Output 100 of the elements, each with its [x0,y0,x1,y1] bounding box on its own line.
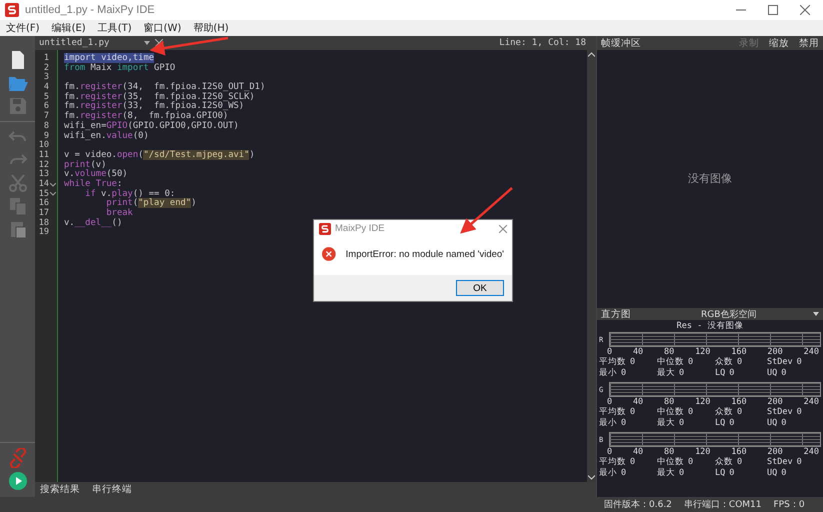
stat-value: 0 [688,357,694,368]
stat-label: 众数 [715,407,733,418]
stat-label: UQ [767,418,778,429]
line-number: 7 [42,112,49,122]
line-number: 10 [38,141,49,150]
axis-tick-label: 200 [767,447,783,457]
stat-value: 0 [688,407,694,418]
panel-button[interactable]: 缩放 [769,36,789,50]
axis-tick-label: 40 [632,347,644,357]
code-line: break [106,208,133,218]
stat-label: 最大 [657,468,675,479]
code-line: wifi_en.value(0) [64,130,149,140]
stat-value: 0 [621,468,626,479]
stat-label: 众数 [715,457,733,468]
stat-value: 0 [737,407,742,418]
bottom-panel-tab[interactable]: 串行终端 [92,483,132,496]
stat-label: UQ [767,368,778,379]
panel-title: 直方图 [601,308,631,320]
stat-value: 0 [737,357,742,368]
stat-label: 平均数 [599,407,626,418]
close-tab-icon[interactable] [155,39,163,47]
maximize-icon[interactable] [768,5,778,15]
close-icon[interactable] [499,224,507,232]
line-number: 17 [38,209,49,218]
stat-value: 0 [630,457,636,468]
stat-value: 0 [679,368,684,379]
stat-label: LQ [715,468,726,479]
code-line: from Maix import GPIO [64,62,176,73]
stat-label: 中位数 [657,407,684,418]
menu-item[interactable]: 编辑(E) [52,21,86,35]
line-number: 8 [42,122,49,132]
app-logo-icon [5,3,19,17]
axis-tick-label: 0 [607,397,612,407]
menu-item[interactable]: 工具(T) [98,21,132,35]
app-logo-icon [319,222,331,234]
code-line: print("play end") [106,198,196,208]
stat-value: 0 [781,418,786,429]
code-line: while True: [64,178,122,189]
annotation-arrow [460,187,513,234]
stat-value: 0 [630,357,636,368]
line-number: 19 [38,228,49,238]
stat-label: 平均数 [599,457,626,468]
stat-label: 最小 [599,368,617,379]
stat-value: 0 [781,468,786,479]
menu-item[interactable]: 窗口(W) [144,21,182,35]
line-number: 12 [38,160,49,170]
stat-value: 0 [796,457,802,468]
dialog-title: MaixPy IDE [335,223,385,234]
axis-tick-label: 120 [695,397,710,407]
run-icon[interactable] [8,471,28,491]
axis-tick-label: 0 [607,447,612,457]
axis-tick-label: 40 [632,447,644,457]
axis-tick-label: 80 [664,347,674,357]
stat-value: 0 [621,418,626,429]
menu-item[interactable]: 文件(F) [6,21,40,35]
scroll-up-icon[interactable] [588,52,595,57]
code-line: fm.register(8, fm.fpioa.GPIO0) [64,111,228,122]
axis-tick-label: 240 [804,347,819,357]
dropdown-caret-icon[interactable] [813,312,819,316]
axis-tick-label: 0 [607,347,612,357]
code-line: v.__del__() [64,218,122,228]
stat-label: StDev [767,457,793,468]
dropdown-caret-icon[interactable] [144,41,150,45]
stat-value: 0 [729,368,734,379]
stat-label: 最小 [599,468,617,479]
close-icon[interactable] [800,5,810,15]
panel-title: 帧缓冲区 [601,36,641,50]
code-line: fm.register(35, fm.fpioa.I2S0_SCLK) [64,92,255,102]
status-text: 固件版本：0.6.2 [604,498,672,511]
stat-label: 最大 [657,418,675,429]
code-line: if v.play() == 0: [85,188,176,199]
axis-tick-label: 160 [731,397,747,407]
fold-caret-icon[interactable] [50,182,56,187]
line-number: 11 [38,150,49,160]
panel-button[interactable]: 禁用 [799,36,819,50]
error-message: ImportError: no module named 'video' [346,248,504,260]
menu-item[interactable]: 帮助(H) [193,21,229,35]
scroll-down-icon[interactable] [588,475,595,480]
stat-label: 最大 [657,368,675,379]
stat-label: UQ [767,468,778,479]
stat-value: 0 [729,418,734,429]
line-number: 13 [38,170,49,180]
stat-value: 0 [679,468,684,479]
stat-label: 中位数 [657,457,684,468]
stat-label: StDev [767,357,793,368]
stat-value: 0 [621,368,626,379]
line-number: 14 [38,180,49,190]
line-number: 5 [42,92,49,102]
axis-tick-label: 80 [664,447,674,457]
ok-button[interactable]: OK [456,280,504,296]
fold-caret-icon[interactable] [50,192,56,196]
bottom-panel-tab[interactable]: 搜索结果 [40,483,80,496]
line-number: 18 [38,218,49,228]
stat-value: 0 [729,468,734,479]
file-tab[interactable]: untitled_1.py [39,38,144,48]
axis-tick-label: 160 [731,447,747,457]
stat-value: 0 [737,457,742,468]
color-space-dropdown[interactable]: RGB色彩空间 [701,308,756,320]
line-number: 4 [42,83,49,92]
stat-value: 0 [688,457,694,468]
